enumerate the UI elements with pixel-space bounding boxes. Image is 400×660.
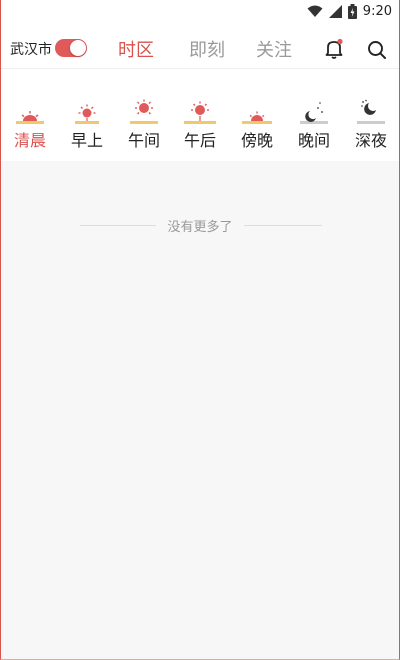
period-label: 深夜	[354, 131, 387, 150]
night-moon-icon	[357, 99, 385, 124]
toggle-knob	[70, 40, 86, 56]
period-noon[interactable]: 午间	[116, 99, 172, 159]
cellular-signal-icon	[328, 4, 342, 18]
no-more-text: 没有更多了	[167, 220, 233, 235]
afternoon-sun-icon	[184, 101, 216, 124]
sunset-icon	[242, 111, 272, 124]
divider-left	[80, 225, 156, 226]
period-afternoon[interactable]: 午后	[172, 99, 228, 159]
noon-sun-icon	[130, 99, 158, 124]
period-late-night[interactable]: 深夜	[343, 99, 399, 159]
period-evening[interactable]: 晚间	[286, 99, 342, 159]
period-label: 傍晚	[240, 131, 273, 150]
search-icon[interactable]	[366, 39, 388, 61]
period-label: 晚间	[297, 131, 330, 150]
battery-icon	[347, 3, 357, 19]
city-selector[interactable]: 武汉市	[10, 39, 52, 59]
period-label: 午后	[183, 131, 216, 150]
period-morning[interactable]: 早上	[59, 99, 115, 159]
tab-instant[interactable]: 即刻	[189, 36, 225, 62]
period-label: 早上	[70, 131, 103, 150]
sunrise-icon	[16, 111, 44, 124]
clock-time: 9:20	[362, 3, 392, 19]
status-icons: 9:20	[307, 2, 392, 20]
status-bar: 9:20	[0, 0, 400, 22]
period-label: 午间	[127, 131, 160, 150]
divider-right	[244, 225, 322, 226]
period-dusk[interactable]: 傍晚	[229, 99, 285, 159]
empty-feed-indicator: 没有更多了	[0, 213, 400, 237]
wifi-icon	[307, 5, 323, 17]
city-toggle[interactable]	[55, 39, 87, 57]
evening-moon-icon	[300, 102, 328, 124]
time-period-selector: 清晨 早上 午间 午后 傍晚 晚间 深夜	[0, 69, 400, 161]
top-header: 武汉市 时区 即刻 关注	[0, 22, 400, 69]
tab-time-zone[interactable]: 时区	[118, 36, 154, 62]
notification-bell-icon[interactable]	[324, 38, 344, 60]
morning-sun-icon	[75, 104, 99, 124]
tab-follow[interactable]: 关注	[256, 36, 292, 62]
period-early-morning[interactable]: 清晨	[2, 99, 58, 159]
period-label: 清晨	[13, 131, 46, 150]
